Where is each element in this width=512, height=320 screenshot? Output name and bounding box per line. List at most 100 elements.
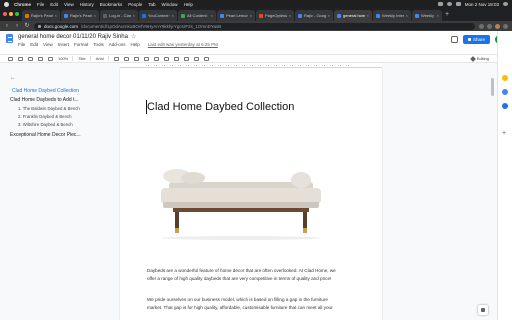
docs-menu-help[interactable]: Help <box>131 42 140 47</box>
print-icon[interactable] <box>28 56 33 61</box>
docs-menu-view[interactable]: View <box>43 42 53 47</box>
redo-icon[interactable] <box>18 56 23 61</box>
image-icon[interactable] <box>173 56 179 61</box>
menubar-item-history[interactable]: History <box>80 2 94 7</box>
tab-close-icon[interactable]: × <box>211 13 213 18</box>
menubar-item-bookmarks[interactable]: Bookmarks <box>100 2 123 7</box>
menubar-item-file[interactable]: File <box>37 2 44 7</box>
docs-logo-icon[interactable] <box>6 34 13 43</box>
tab-close-icon[interactable]: × <box>133 13 135 18</box>
tab-close-icon[interactable]: × <box>328 13 330 18</box>
browser-tab[interactable]: YouContext Onl× <box>139 10 177 21</box>
docs-menu-edit[interactable]: Edit <box>30 42 38 47</box>
back-icon[interactable]: ‹ <box>4 23 10 29</box>
editing-mode-select[interactable]: Editing <box>469 55 489 62</box>
tab-close-icon[interactable]: × <box>55 13 57 18</box>
volume-icon[interactable] <box>446 2 452 6</box>
menubar-item-window[interactable]: Window <box>162 2 178 7</box>
tab-close-icon[interactable]: × <box>250 13 252 18</box>
keep-icon[interactable] <box>502 75 508 81</box>
menubar-clock[interactable]: Mon 2 Nov 18:03 <box>465 2 499 7</box>
comment-icon[interactable] <box>163 56 169 61</box>
address-bar[interactable]: docs.google.com/document/d/1pOdAurnkuBOv… <box>34 22 475 30</box>
profile-avatar[interactable] <box>495 23 500 29</box>
undo-icon[interactable] <box>8 56 13 61</box>
tab-close-icon[interactable]: × <box>406 13 408 18</box>
lock-icon[interactable] <box>38 24 41 28</box>
browser-tab[interactable]: Log-in - Classic× <box>100 10 138 21</box>
tab-close-icon[interactable]: × <box>172 13 174 18</box>
outline-item[interactable]: 3. Wiltshire Daybed & Bench <box>18 122 73 127</box>
line-spacing-icon[interactable] <box>193 56 199 61</box>
browser-tab[interactable]: Weekly Intern× <box>412 10 442 21</box>
browser-tab[interactable]: Pearl Lemon D× <box>217 10 255 21</box>
menubar-app-name[interactable]: Chrome <box>14 2 31 7</box>
docs-menu-file[interactable]: File <box>18 42 25 47</box>
spotlight-search-icon[interactable] <box>503 2 508 6</box>
apple-icon[interactable] <box>4 1 9 7</box>
star-icon[interactable]: ☆ <box>131 34 136 40</box>
text-color-icon[interactable] <box>143 56 149 61</box>
menubar-item-tab[interactable]: Tab <box>148 2 155 7</box>
zoom-select[interactable]: 100% <box>58 56 74 61</box>
bold-icon[interactable] <box>113 56 119 61</box>
browser-tab[interactable]: Weekly Intern× <box>373 10 411 21</box>
tasks-icon[interactable] <box>502 89 508 95</box>
docs-menu-tools[interactable]: Tools <box>93 42 104 47</box>
calendar-icon[interactable] <box>502 103 508 109</box>
outline-item[interactable]: 2. Franklin Daybed & Bench <box>18 114 72 119</box>
close-window-icon[interactable] <box>3 12 7 16</box>
style-select[interactable]: Title <box>78 56 91 61</box>
tab-close-icon[interactable]: × <box>367 13 369 18</box>
menubar-item-help[interactable]: Help <box>184 2 193 7</box>
tab-close-icon[interactable]: × <box>94 13 96 18</box>
document-title[interactable]: general home decor 01/11/20 Rajiv Sinha <box>18 34 128 40</box>
tab-close-icon[interactable]: × <box>289 13 291 18</box>
minimize-window-icon[interactable] <box>9 12 13 16</box>
scrollbar-thumb[interactable] <box>491 78 494 96</box>
page-heading[interactable]: Clad Home Daybed Collection <box>147 101 294 113</box>
forward-icon[interactable]: › <box>14 23 20 29</box>
outline-item[interactable]: Clad Home Daybeds to Add t... <box>10 97 79 103</box>
wifi-icon[interactable] <box>437 2 443 6</box>
add-on-plus-icon[interactable]: + <box>502 130 506 137</box>
browser-tab[interactable]: All Content: Fe× <box>178 10 216 21</box>
menubar-item-people[interactable]: People <box>128 2 142 7</box>
link-icon[interactable] <box>153 56 159 61</box>
menubar-item-edit[interactable]: Edit <box>50 2 58 7</box>
outline-item[interactable]: Exceptional Home Decor Piec... <box>10 132 81 138</box>
daybed-image[interactable] <box>151 162 331 242</box>
comments-icon[interactable] <box>450 36 458 43</box>
browser-tab[interactable]: Rajiv's Pearl Lo× <box>61 10 99 21</box>
underline-icon[interactable] <box>133 56 139 61</box>
browser-tab[interactable]: PageOptimizer Pr× <box>256 10 294 21</box>
menubar-item-view[interactable]: View <box>64 2 74 7</box>
outline-back-icon[interactable]: ← <box>10 75 16 81</box>
extension-icon[interactable] <box>487 23 492 29</box>
paint-format-icon[interactable] <box>48 56 53 61</box>
share-button[interactable]: Share <box>462 35 490 44</box>
browser-menu-icon[interactable] <box>503 23 508 29</box>
maximize-window-icon[interactable] <box>15 12 19 16</box>
docs-menu-insert[interactable]: Insert <box>58 42 69 47</box>
outline-item[interactable]: Clad Home Daybed Collection <box>12 88 79 94</box>
last-edit-link[interactable]: Last edit was yesterday at 6:25 PM <box>148 42 218 47</box>
docs-menu-addons[interactable]: Add-ons <box>109 42 126 47</box>
reload-icon[interactable]: ↻ <box>24 23 30 29</box>
new-tab-icon[interactable]: + <box>445 11 449 18</box>
battery-icon[interactable] <box>455 2 461 6</box>
outline-item[interactable]: 1. The Baldwin Daybed & Bench <box>18 106 80 111</box>
paragraph-2[interactable]: We pride ourselves on our business model… <box>147 296 357 311</box>
vertical-scrollbar[interactable] <box>490 68 495 320</box>
paragraph-1[interactable]: Daybeds are a wonderful feature of home … <box>147 267 357 282</box>
bookmark-star-icon[interactable] <box>479 23 484 29</box>
list-icon[interactable] <box>203 56 209 61</box>
tab-active[interactable]: general home× <box>334 10 372 21</box>
document-page[interactable]: Clad Home Daybed Collection Daybeds are … <box>120 68 382 320</box>
italic-icon[interactable] <box>123 56 129 61</box>
font-select[interactable]: Arial <box>96 56 109 61</box>
browser-tab[interactable]: Rajiv - Google× <box>295 10 333 21</box>
spellcheck-icon[interactable] <box>38 56 43 61</box>
align-icon[interactable] <box>183 56 189 61</box>
docs-menu-format[interactable]: Format <box>74 42 88 47</box>
